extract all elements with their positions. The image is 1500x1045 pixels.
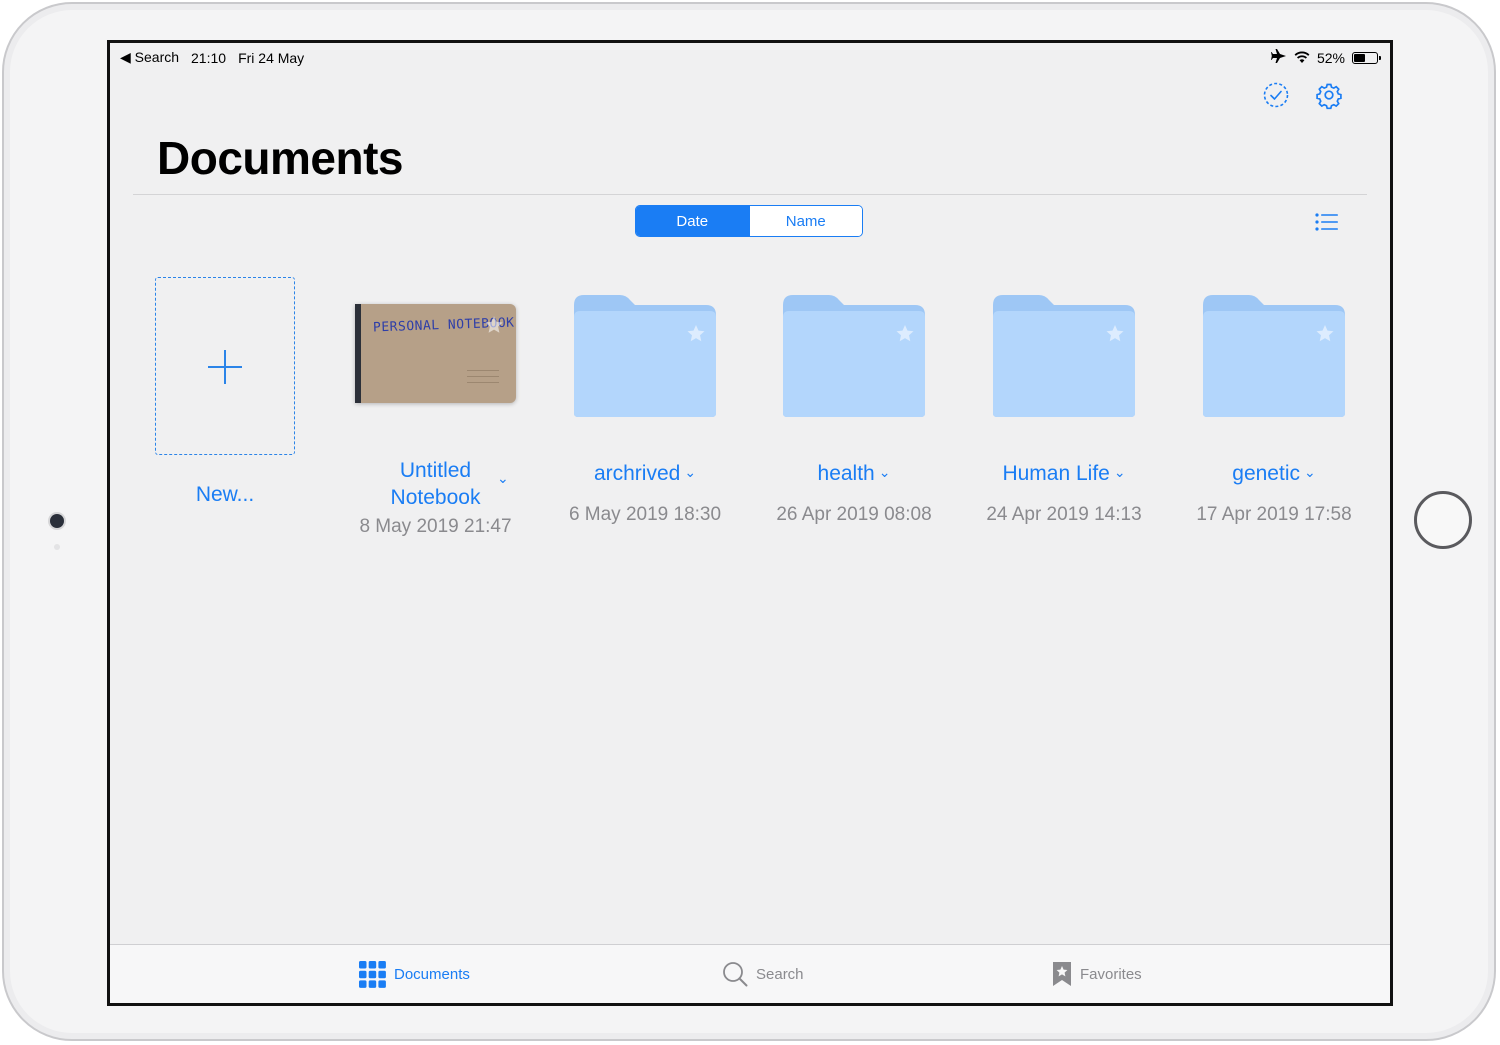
screen: ◀ Search 21:10 Fri 24 May 52% Documents	[107, 40, 1393, 1006]
tab-favorites[interactable]: Favorites	[1052, 961, 1142, 987]
favorite-star-icon[interactable]	[483, 314, 505, 336]
folder-date: 17 Apr 2019 17:58	[1196, 504, 1352, 525]
folder-name-text: genetic	[1232, 462, 1300, 485]
new-document-tile[interactable]	[155, 277, 295, 455]
list-view-icon[interactable]	[1314, 211, 1340, 233]
tab-search-label: Search	[756, 965, 804, 983]
notebook-cover[interactable]: PERSONAL NOTEBOOK	[355, 304, 516, 403]
folder-date: 24 Apr 2019 14:13	[986, 504, 1142, 525]
new-document-label[interactable]: New...	[155, 483, 295, 507]
folder-name-text: Human Life	[1002, 462, 1110, 485]
sort-by-date-segment[interactable]: Date	[636, 206, 749, 236]
select-checkmark-icon[interactable]	[1261, 80, 1291, 110]
battery-percent: 52%	[1316, 49, 1345, 66]
back-to-search-link[interactable]: ◀ Search	[120, 49, 179, 66]
chevron-down-icon[interactable]: ⌄	[497, 465, 509, 492]
folder-name-archrived[interactable]: archrived ⌄	[552, 462, 738, 486]
battery-level	[1354, 53, 1365, 62]
tab-documents[interactable]: Documents	[359, 961, 470, 988]
battery-icon	[1352, 51, 1381, 64]
folder-name-human-life[interactable]: Human Life ⌄	[971, 462, 1157, 486]
tab-documents-label: Documents	[394, 966, 470, 983]
notebook-name-line2: Notebook	[390, 486, 481, 509]
folder-icon[interactable]	[781, 293, 927, 419]
bookmark-star-icon	[1053, 962, 1071, 986]
sort-segmented-control: Date Name	[635, 205, 863, 237]
status-time: 21:10	[191, 49, 227, 66]
status-bar: ◀ Search 21:10 Fri 24 May 52%	[110, 43, 1390, 71]
notebook-spine	[355, 304, 361, 403]
header-divider	[133, 194, 1367, 195]
folder-name-genetic[interactable]: genetic ⌄	[1181, 462, 1367, 486]
folder-icon[interactable]	[1201, 293, 1347, 419]
chevron-down-icon[interactable]: ⌄	[1304, 464, 1316, 481]
tab-bar: Documents Search Favorites	[110, 944, 1390, 1003]
folder-date: 26 Apr 2019 08:08	[776, 504, 932, 525]
notebook-name-line1: Untitled	[399, 459, 472, 482]
folder-icon[interactable]	[991, 293, 1137, 419]
gear-icon[interactable]	[1314, 80, 1344, 110]
chevron-down-icon[interactable]: ⌄	[1114, 464, 1126, 481]
search-icon	[723, 962, 748, 987]
folder-name-text: archrived	[593, 462, 681, 485]
folder-name-text: health	[817, 462, 875, 485]
tab-favorites-label: Favorites	[1080, 965, 1142, 983]
sort-by-name-segment[interactable]: Name	[748, 206, 862, 236]
notebook-name[interactable]: Untitled Notebook ⌄	[355, 457, 516, 511]
ambient-sensor	[54, 544, 60, 550]
folder-icon[interactable]	[572, 293, 718, 419]
tab-search[interactable]: Search	[722, 961, 804, 987]
folder-name-health[interactable]: health ⌄	[761, 462, 947, 486]
wifi-icon	[1294, 50, 1310, 66]
chevron-down-icon[interactable]: ⌄	[684, 464, 696, 481]
notebook-label-lines	[467, 370, 499, 388]
folder-date: 6 May 2019 18:30	[568, 504, 722, 525]
chevron-down-icon[interactable]: ⌄	[879, 464, 891, 481]
notebook-date: 8 May 2019 21:47	[359, 516, 512, 537]
grid-icon	[359, 961, 386, 988]
page-title: Documents	[157, 132, 403, 184]
status-date: Fri 24 May	[238, 49, 305, 66]
home-button[interactable]	[1414, 491, 1472, 549]
front-camera	[50, 514, 64, 528]
airplane-icon	[1270, 49, 1287, 66]
